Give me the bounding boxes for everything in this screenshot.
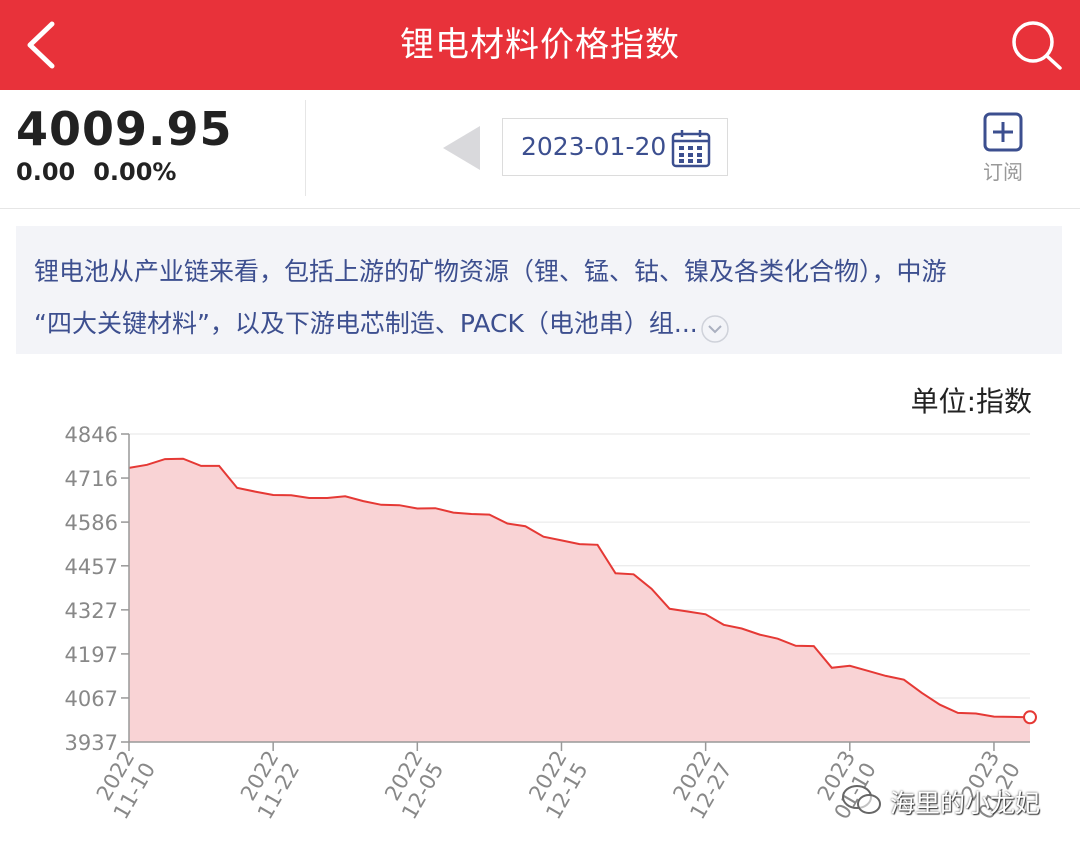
x-tick-label: 202211-10 <box>88 747 160 824</box>
x-tick-label: 202212-15 <box>521 747 593 824</box>
x-axis-ticks: 202211-10 202211-22 202212-05 202212-15 2022… <box>88 742 1025 824</box>
description-line-2: “四大关键材料”，以及下游电芯制造、PACK（电池串）组... <box>34 298 1044 350</box>
y-axis-ticks: 4846 4716 4586 4457 4327 4197 4067 3937 <box>65 423 129 755</box>
x-tick-label: 202211-22 <box>232 747 304 824</box>
wechat-icon <box>842 785 881 814</box>
description-line-2-text: “四大关键材料”，以及下游电芯制造、PACK（电池串）组... <box>34 309 698 338</box>
y-tick-label: 4197 <box>65 643 118 667</box>
y-tick-label: 4327 <box>65 599 118 623</box>
change-percent: 0.00% <box>93 158 177 186</box>
selected-date: 2023-01-20 <box>521 132 667 161</box>
watermark-text: 海里的小龙妃 <box>890 789 1041 818</box>
expand-description-button[interactable] <box>700 310 730 343</box>
index-price: 4009.95 <box>16 102 233 156</box>
x-tick-label: 202212-27 <box>665 747 737 824</box>
back-button[interactable] <box>18 18 68 72</box>
y-tick-label: 4846 <box>65 423 118 447</box>
latest-point-marker[interactable] <box>1023 710 1037 725</box>
x-tick-label: 202212-05 <box>376 747 448 824</box>
index-description: 锂电池从产业链来看，包括上游的矿物资源（锂、锰、钴、镍及各类化合物），中游 “四… <box>16 226 1062 354</box>
change-value: 0.00 <box>16 158 76 186</box>
chevron-down-icon <box>701 315 729 343</box>
index-change: 0.00 0.00% <box>16 158 194 186</box>
y-tick-label: 4457 <box>65 555 118 579</box>
y-tick-label: 4067 <box>65 687 118 711</box>
header-bar: 锂电材料价格指数 <box>0 0 1080 90</box>
page-title: 锂电材料价格指数 <box>400 25 680 65</box>
search-button[interactable] <box>1008 18 1068 74</box>
plus-square-icon <box>983 112 1023 152</box>
y-tick-label: 4716 <box>65 467 118 491</box>
date-picker[interactable]: 2023-01-20 <box>502 118 728 176</box>
previous-date-button[interactable] <box>440 124 484 172</box>
chevron-left-icon <box>27 21 55 69</box>
y-tick-label: 4586 <box>65 511 118 535</box>
description-line-1: 锂电池从产业链来看，包括上游的矿物资源（锂、锰、钴、镍及各类化合物），中游 <box>34 257 947 286</box>
subscribe-label: 订阅 <box>983 160 1023 184</box>
y-tick-label: 3937 <box>65 731 118 755</box>
divider <box>305 100 306 196</box>
subscribe-button[interactable]: 订阅 <box>972 112 1034 192</box>
triangle-left-icon <box>443 126 480 170</box>
chart-area-fill <box>129 458 1030 742</box>
search-icon <box>1012 21 1062 70</box>
calendar-icon <box>671 130 711 168</box>
